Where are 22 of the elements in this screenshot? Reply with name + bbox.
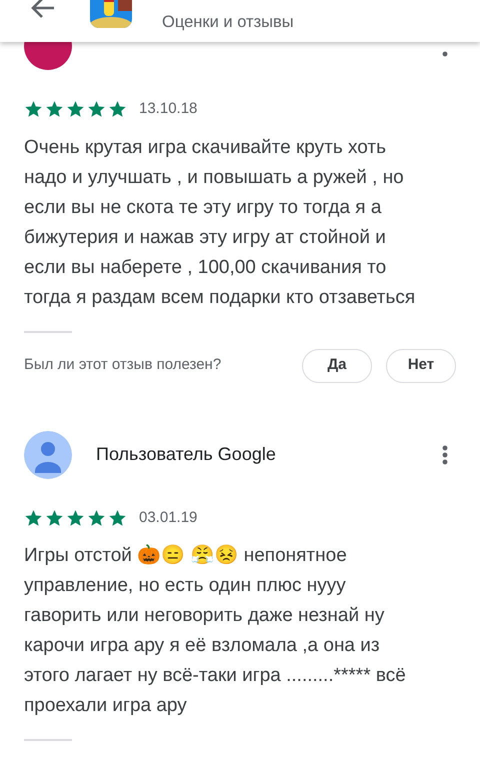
star-icon xyxy=(45,508,64,527)
star-icon xyxy=(66,508,85,527)
star-icon xyxy=(24,100,43,118)
back-icon[interactable] xyxy=(30,0,56,20)
star-icon xyxy=(66,100,85,118)
star-icon xyxy=(87,508,106,527)
review-text: Игры отстой 🎃😑 😤😣 непонятное управление, но есть один плюс нууу гаворить или неговорить даже незнай ну карочи игра ару я её взломала ,а она из этого лагает ну всё-таки игра .........***** всё проехали игра ару xyxy=(24,543,407,718)
star-icon xyxy=(45,100,64,118)
helpful-question: Был ли этот отзыв полезен? xyxy=(24,355,222,376)
star-icon xyxy=(87,100,106,118)
page-subtitle: Оценки и отзывы xyxy=(162,12,294,32)
review-date: 13.10.18 xyxy=(139,99,198,119)
more-options-icon[interactable] xyxy=(442,51,448,57)
vote-button[interactable]: Да xyxy=(302,348,372,382)
more-options-icon[interactable] xyxy=(442,444,448,464)
vote-button[interactable]: Нет xyxy=(386,348,456,382)
review-text: Очень крутая игра скачивайте круть хоть надо и улучшать , и повышать а ружей , но если вы не скота те эту игру то тогда я а бижутерия и нажав эту игру ат стойной и если вы наберете , 100,00 скачивания то тогда я раздам всем подарки кто отзаветься xyxy=(24,136,416,310)
star-icon xyxy=(24,508,43,527)
author-name: Пользователь Google xyxy=(96,443,276,466)
star-icon xyxy=(108,508,127,527)
review-date: 03.01.19 xyxy=(139,508,198,528)
star-icon xyxy=(108,100,127,118)
